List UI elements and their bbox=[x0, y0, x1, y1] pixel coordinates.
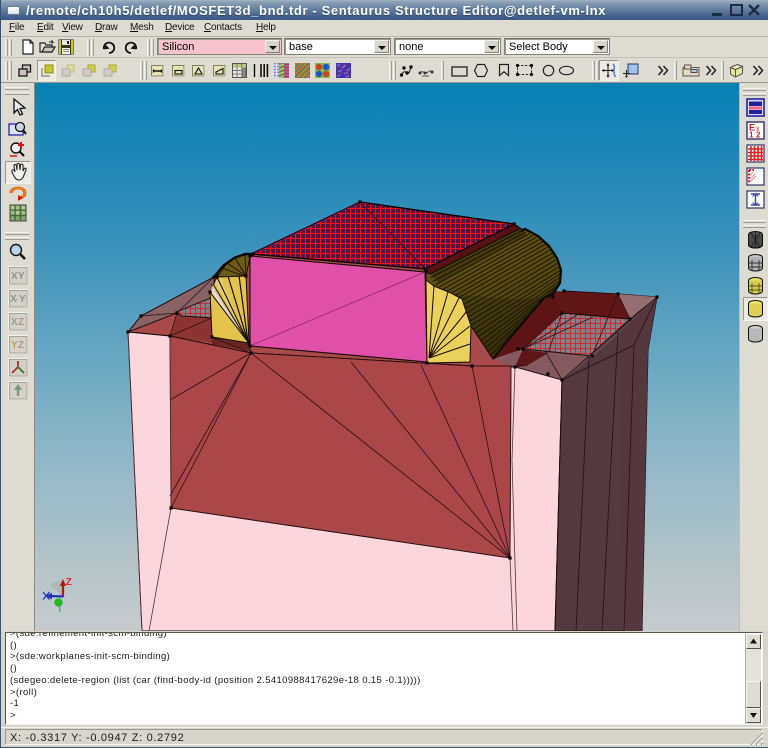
svg-text:Z: Z bbox=[66, 576, 73, 588]
svg-text:Z: Z bbox=[18, 340, 24, 351]
svg-text:Y: Y bbox=[11, 340, 18, 351]
svg-text:Y: Y bbox=[19, 294, 26, 305]
svg-text:1: 1 bbox=[749, 131, 754, 140]
svg-text:X: X bbox=[11, 271, 18, 282]
svg-text:-: - bbox=[15, 294, 18, 304]
svg-text:Y: Y bbox=[18, 271, 25, 282]
svg-text:Z: Z bbox=[18, 317, 24, 328]
svg-text:X: X bbox=[11, 317, 18, 328]
svg-text:2: 2 bbox=[756, 131, 761, 140]
